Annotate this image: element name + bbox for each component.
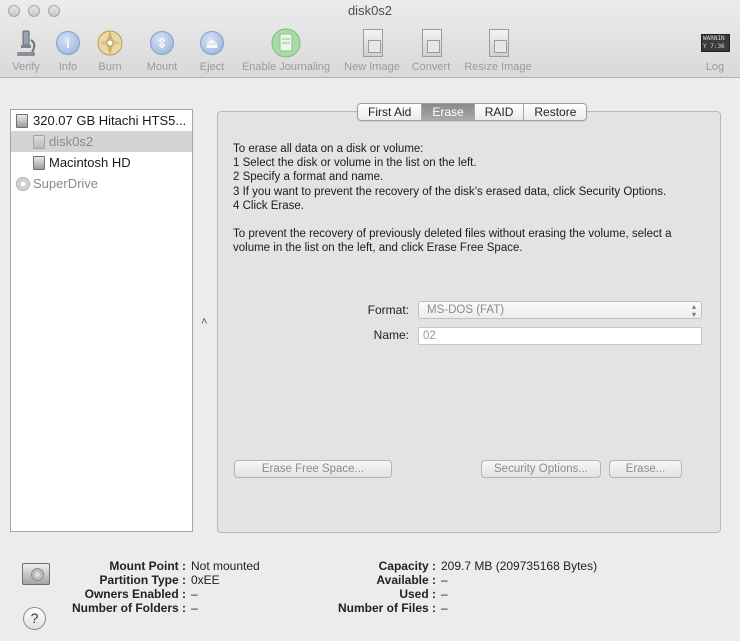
enable-journaling-button[interactable]: Enable Journaling [238, 28, 334, 73]
verify-button[interactable]: Verify [6, 28, 46, 73]
burn-button[interactable]: Burn [92, 28, 128, 73]
tab-restore[interactable]: Restore [524, 104, 586, 120]
partition-type-value: 0xEE [191, 573, 220, 587]
capacity-label: Capacity : [378, 559, 436, 573]
optical-disc-icon [16, 177, 30, 191]
selected-volume-icon [21, 559, 51, 589]
info-button[interactable]: i Info [52, 28, 84, 73]
erase-free-space-button[interactable]: Erase Free Space... [234, 460, 392, 478]
mount-point-value: Not mounted [191, 559, 260, 573]
eject-icon: ⏏ [197, 28, 227, 58]
partition-type-label: Partition Type : [99, 573, 186, 587]
tab-first-aid[interactable]: First Aid [358, 104, 423, 120]
available-label: Available : [376, 573, 436, 587]
log-icon: WARNIN Y 7:36 [700, 28, 730, 58]
available-value: – [441, 573, 448, 587]
info-icon: i [53, 28, 83, 58]
toolbar: disk0s2 Verify i Info Burn ⇕ Mount ⏏ Eje… [0, 0, 740, 78]
erase-instructions: To erase all data on a disk or volume: 1… [233, 143, 672, 255]
sidebar-item-macintosh-hd[interactable]: Macintosh HD [11, 152, 192, 173]
window-title: disk0s2 [347, 3, 393, 18]
convert-icon [416, 28, 446, 58]
used-label: Used : [399, 587, 436, 601]
capacity-value: 209.7 MB (209735168 Bytes) [441, 559, 598, 573]
format-label: Format: [367, 303, 409, 317]
log-button[interactable]: WARNIN Y 7:36 Log [699, 28, 731, 73]
owners-enabled-label: Owners Enabled : [84, 587, 186, 601]
number-of-files-label: Number of Files : [337, 601, 436, 615]
resize-image-icon [483, 28, 513, 58]
hard-drive-icon [16, 114, 28, 128]
eject-button[interactable]: ⏏ Eject [195, 28, 229, 73]
select-arrows-icon: ▴ ▾ [691, 302, 696, 319]
new-image-button[interactable]: New Image [342, 28, 402, 73]
owners-enabled-value: – [191, 587, 198, 601]
volume-icon [33, 156, 45, 170]
number-of-files-value: – [441, 601, 448, 615]
volume-name-field[interactable]: 02 [418, 327, 702, 345]
mount-point-label: Mount Point : [109, 559, 186, 573]
sidebar-item-hitachi-disk[interactable]: 320.07 GB Hitachi HTS5... [11, 110, 192, 131]
microscope-icon [11, 28, 41, 58]
burn-icon [95, 28, 125, 58]
volume-icon [33, 135, 45, 149]
convert-button[interactable]: Convert [408, 28, 454, 73]
used-value: – [441, 587, 448, 601]
sidebar-item-superdrive[interactable]: SuperDrive [11, 173, 192, 194]
sidebar-item-disk0s2[interactable]: disk0s2 [11, 131, 192, 152]
name-label: Name: [373, 328, 409, 342]
security-options-button[interactable]: Security Options... [481, 460, 601, 478]
format-select[interactable]: MS-DOS (FAT) ▴ ▾ [418, 301, 702, 319]
erase-button[interactable]: Erase... [609, 460, 682, 478]
mount-icon: ⇕ [147, 28, 177, 58]
tab-raid[interactable]: RAID [475, 104, 525, 120]
mount-button[interactable]: ⇕ Mount [140, 28, 184, 73]
tab-bar: First Aid Erase RAID Restore [357, 103, 588, 121]
number-of-folders-value: – [191, 601, 198, 615]
resize-image-button[interactable]: Resize Image [462, 28, 534, 73]
disk-utility-window: disk0s2 Verify i Info Burn ⇕ Mount ⏏ Eje… [0, 0, 740, 641]
journaling-icon [271, 28, 301, 58]
split-view-handle[interactable]: ˄ [201, 316, 207, 328]
disk-list-sidebar[interactable]: 320.07 GB Hitachi HTS5... disk0s2 Macint… [10, 109, 193, 532]
help-button[interactable]: ? [23, 607, 46, 630]
new-image-icon [357, 28, 387, 58]
tab-erase[interactable]: Erase [422, 104, 475, 120]
number-of-folders-label: Number of Folders : [71, 601, 186, 615]
